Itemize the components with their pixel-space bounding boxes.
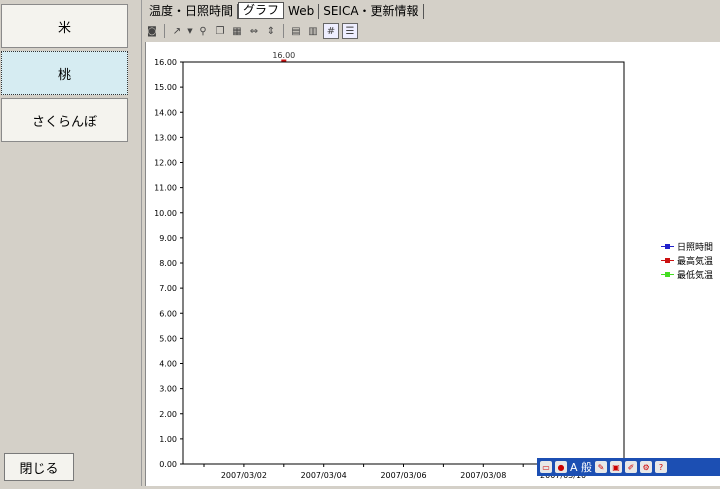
y-tick-label: 9.00 xyxy=(159,234,177,243)
x-tick-label: 2007/03/08 xyxy=(460,471,506,480)
y-tick-label: 8.00 xyxy=(159,259,177,268)
move-vertical-icon[interactable]: ⇕ xyxy=(264,24,278,38)
y-tick-label: 13.00 xyxy=(154,133,177,142)
tab-graph[interactable]: グラフ xyxy=(238,2,285,19)
camera-icon[interactable]: ◙ xyxy=(145,24,159,38)
ime-mode-label[interactable]: A 般 xyxy=(570,459,592,475)
y-tick-label: 7.00 xyxy=(159,284,177,293)
toolbar-divider xyxy=(283,24,284,38)
dictionary-icon[interactable]: ▣ xyxy=(610,461,623,473)
y-tick-label: 14.00 xyxy=(154,108,177,117)
chart-area: 9.0010.0011.0011.0010.0010.0010.009.0010… xyxy=(145,42,720,486)
move-horizontal-icon[interactable]: ⇔ xyxy=(247,24,261,38)
y-tick-label: 1.00 xyxy=(159,435,177,444)
document-icon[interactable]: ▤ xyxy=(289,24,303,38)
tab-seica-update[interactable]: SEICA・更新情報 xyxy=(319,4,424,19)
legend-icon[interactable]: ☰ xyxy=(342,23,358,39)
y-tick-label: 11.00 xyxy=(154,184,177,193)
taskbar-tray: ▭ ● A 般 ✎ ▣ ✐ ⚙ ? xyxy=(537,458,720,476)
data-label: 16.00 xyxy=(272,51,295,60)
tab-temperature-sunshine[interactable]: 温度・日照時間 xyxy=(145,4,239,19)
tool-icon[interactable]: ✎ xyxy=(595,461,608,473)
plot-frame xyxy=(182,61,625,465)
tab-bar: 温度・日照時間 グラフ Web SEICA・更新情報 xyxy=(145,2,424,19)
legend-entry: 最低気温 xyxy=(677,269,713,281)
y-tick-label: 16.00 xyxy=(154,58,177,67)
y-tick-label: 3.00 xyxy=(159,385,177,394)
y-tick-label: 10.00 xyxy=(154,209,177,218)
help-icon[interactable]: ? xyxy=(655,461,668,473)
dropdown-arrow-icon[interactable]: ▼ xyxy=(187,24,193,38)
chart-type-icon[interactable]: ↗ xyxy=(170,24,184,38)
chart-toolbar: ◙ ↗ ▼ ⚲ ❐ ▦ ⇔ ⇕ ▤ ▥ # ☰ xyxy=(145,22,358,40)
toolbar-divider xyxy=(164,24,165,38)
tab-web[interactable]: Web xyxy=(284,4,320,19)
x-tick-label: 2007/03/02 xyxy=(221,471,267,480)
legend-entry: 日照時間 xyxy=(677,242,713,253)
zoom-icon[interactable]: ⚲ xyxy=(196,24,210,38)
legend-entry: 最高気温 xyxy=(677,255,713,267)
close-button[interactable]: 閉じる xyxy=(4,453,74,481)
ime-icon[interactable]: ● xyxy=(555,461,567,473)
x-tick-label: 2007/03/06 xyxy=(380,471,426,480)
settings-icon[interactable]: ⚙ xyxy=(640,461,653,473)
copy-icon[interactable]: ❐ xyxy=(213,24,227,38)
y-tick-label: 2.00 xyxy=(159,410,177,419)
table-icon[interactable]: ▥ xyxy=(306,24,320,38)
grid-icon[interactable]: ▦ xyxy=(230,24,244,38)
line-chart: 9.0010.0011.0011.0010.0010.0010.009.0010… xyxy=(154,51,713,480)
sidebar: 米 桃 さくらんぼ 閉じる xyxy=(0,0,142,486)
data-labels-icon[interactable]: # xyxy=(323,23,339,39)
y-tick-label: 0.00 xyxy=(159,460,177,469)
y-tick-label: 6.00 xyxy=(159,309,177,318)
sidebar-item-peach[interactable]: 桃 xyxy=(1,51,128,95)
y-tick-label: 5.00 xyxy=(159,334,177,343)
sidebar-item-rice[interactable]: 米 xyxy=(1,4,128,48)
keyboard-icon[interactable]: ▭ xyxy=(540,461,552,473)
y-tick-label: 12.00 xyxy=(154,159,177,168)
y-tick-label: 15.00 xyxy=(154,83,177,92)
sidebar-item-cherry[interactable]: さくらんぼ xyxy=(1,98,128,142)
y-tick-label: 4.00 xyxy=(159,360,177,369)
x-tick-label: 2007/03/04 xyxy=(301,471,347,480)
pen-icon[interactable]: ✐ xyxy=(625,461,638,473)
